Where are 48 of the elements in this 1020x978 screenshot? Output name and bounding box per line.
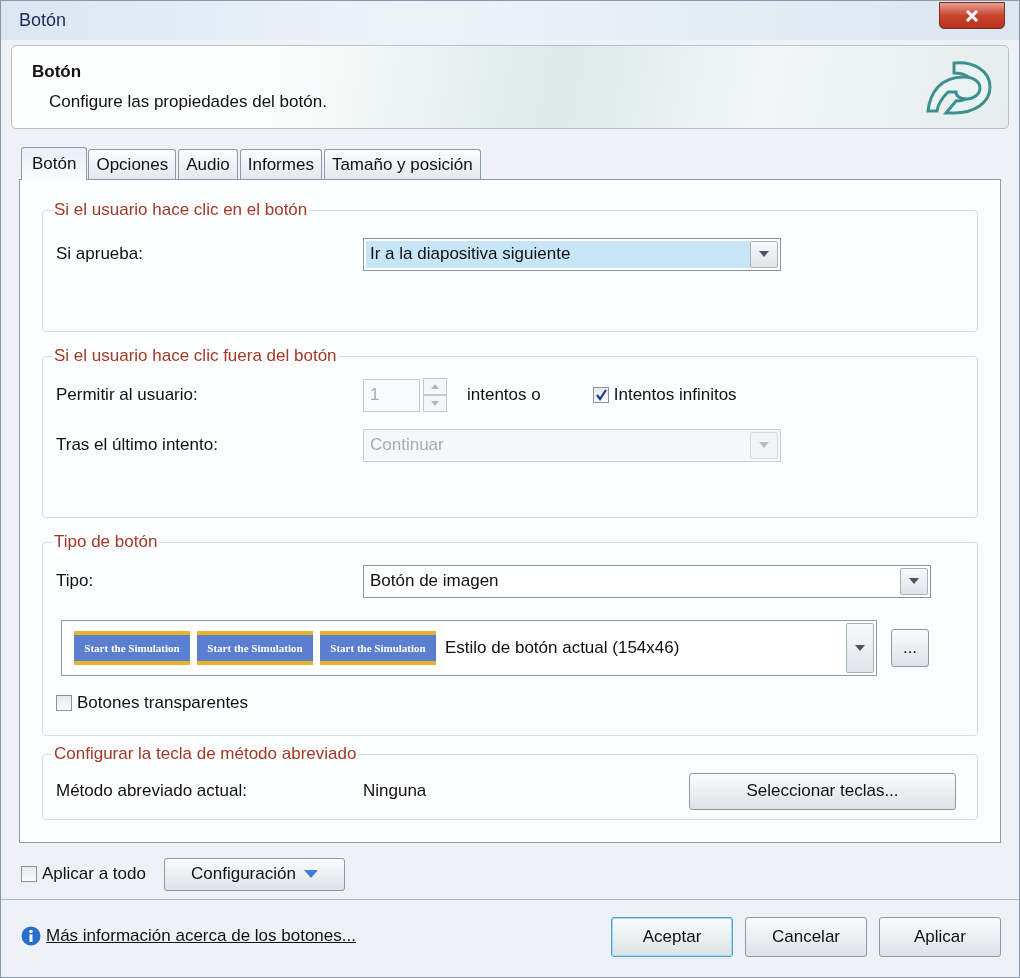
field-label: intentos o xyxy=(467,385,541,405)
checkbox[interactable] xyxy=(21,866,37,882)
select-keys-button[interactable]: Seleccionar teclas... xyxy=(689,772,956,810)
checkbox[interactable] xyxy=(592,387,609,403)
window-title: Botón xyxy=(19,10,67,31)
field-label: Si aprueba: xyxy=(56,244,144,264)
caret-icon xyxy=(759,442,769,448)
caret-icon xyxy=(303,870,318,878)
button-preview: Start the Simulation xyxy=(74,631,190,665)
settings-button[interactable]: Configuración xyxy=(163,857,345,891)
caret-icon xyxy=(855,645,865,651)
more-button[interactable]: ... xyxy=(891,629,929,667)
checkbox-label: Intentos infinitos xyxy=(613,385,737,405)
header-description: Configure las propiedades del botón. xyxy=(48,92,327,112)
dropdown[interactable]: Start the Simulation Start the Simulation Start the Simulation Estilo de botón actual (154x46) xyxy=(61,620,877,676)
group-title: Si el usuario hace clic fuera del botón xyxy=(53,346,338,366)
dropdown[interactable]: Ir a la diapositiva siguiente xyxy=(363,237,781,271)
dialog-button[interactable]: Aplicar xyxy=(879,917,1001,957)
header-title: Botón xyxy=(32,62,83,82)
dialog-button[interactable]: Cancelar xyxy=(745,917,867,957)
field-label: Permitir al usuario: xyxy=(56,385,199,405)
caret-icon xyxy=(909,578,919,584)
info-icon xyxy=(21,926,41,946)
tab[interactable]: Tamaño y posición xyxy=(323,149,481,179)
tab[interactable]: Botón xyxy=(21,147,88,180)
field-label: Tras el último intento: xyxy=(56,435,219,455)
checkbox-label: Botones transparentes xyxy=(77,693,249,713)
tab[interactable]: Informes xyxy=(239,149,322,179)
checkbox-label: Aplicar a todo xyxy=(42,864,146,884)
caret-icon xyxy=(759,251,769,257)
dropdown[interactable]: Botón de imagen xyxy=(363,564,931,598)
group-title: Tipo de botón xyxy=(53,532,159,552)
close-button[interactable] xyxy=(939,2,1005,29)
help-link[interactable]: Más información acerca de los botones... xyxy=(46,926,356,946)
close-icon xyxy=(965,9,979,22)
dialog-button[interactable]: Aceptar xyxy=(611,917,733,957)
group-title: Configurar la tecla de método abreviado xyxy=(53,744,358,764)
checkbox[interactable] xyxy=(56,695,72,711)
button-preview: Start the Simulation xyxy=(320,631,436,665)
group-title: Si el usuario hace clic en el botón xyxy=(53,200,309,220)
tab[interactable]: Opciones xyxy=(88,149,177,179)
field-label: Método abreviado actual: xyxy=(56,781,248,801)
shortcut-value: Ninguna xyxy=(363,781,428,801)
button-preview: Start the Simulation xyxy=(197,631,313,665)
tab[interactable]: Audio xyxy=(178,149,238,179)
field-label: Tipo: xyxy=(56,571,95,591)
spin-buttons xyxy=(423,378,447,412)
dropdown-value: Estilo de botón actual (154x46) xyxy=(445,638,680,658)
